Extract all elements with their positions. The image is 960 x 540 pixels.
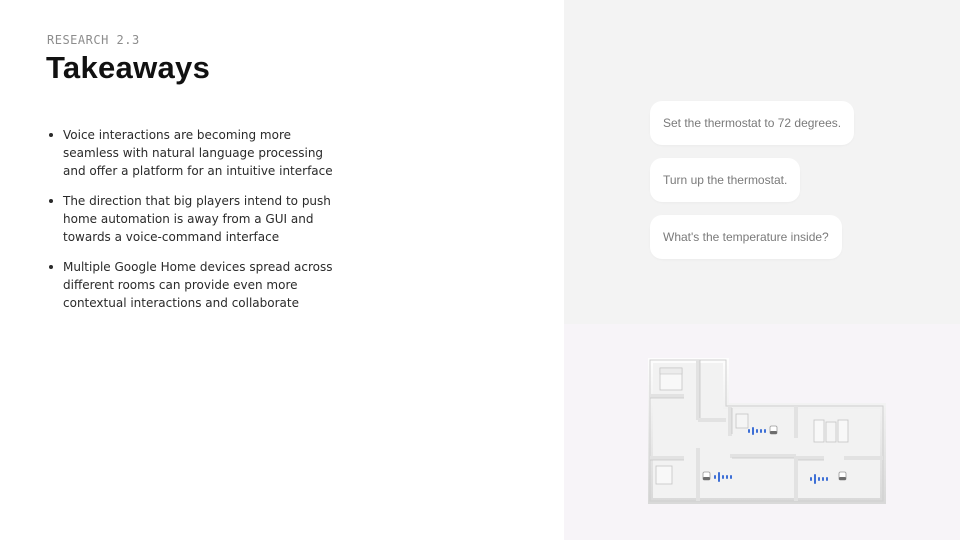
bullet-icon	[49, 265, 53, 269]
takeaways-list: Voice interactions are becoming more sea…	[47, 126, 337, 324]
list-item: Multiple Google Home devices spread acro…	[47, 258, 337, 312]
sofa	[813, 419, 825, 443]
voice-command-bubble: Turn up the thermostat.	[650, 158, 801, 202]
page-title: Takeaways	[46, 50, 211, 85]
voice-command-bubble: Set the thermostat to 72 degrees.	[650, 101, 855, 145]
takeaway-text: Multiple Google Home devices spread acro…	[63, 260, 333, 310]
google-home-device-icon	[769, 425, 778, 435]
takeaway-text: The direction that big players intend to…	[63, 194, 331, 244]
desk	[655, 465, 673, 485]
voice-command-bubble: What's the temperature inside?	[650, 215, 842, 259]
takeaway-text: Voice interactions are becoming more sea…	[63, 128, 333, 178]
table	[825, 421, 837, 443]
floor-plan-panel	[564, 324, 960, 540]
floor-plan-illustration	[648, 358, 886, 504]
bullet-icon	[49, 133, 53, 137]
section-label: RESEARCH 2.3	[47, 33, 140, 47]
list-item: The direction that big players intend to…	[47, 192, 337, 246]
content-panel: RESEARCH 2.3 Takeaways Voice interaction…	[0, 0, 564, 540]
google-home-device-icon	[702, 471, 711, 481]
list-item: Voice interactions are becoming more sea…	[47, 126, 337, 180]
voice-commands-panel: Set the thermostat to 72 degrees. Turn u…	[564, 0, 960, 324]
google-home-device-icon	[838, 471, 847, 481]
bullet-icon	[49, 199, 53, 203]
